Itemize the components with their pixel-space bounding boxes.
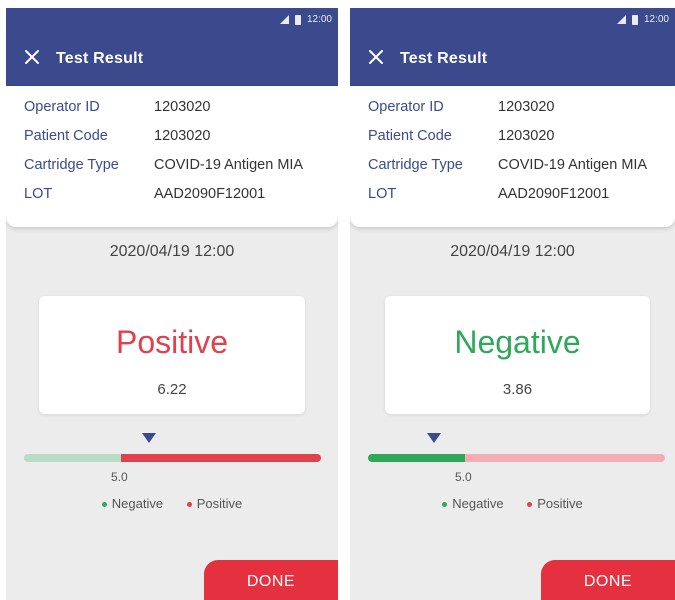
legend: Negative Positive (350, 496, 675, 511)
operator-id-value: 1203020 (154, 99, 211, 115)
result-value: 6.22 (157, 381, 187, 398)
patient-code-value: 1203020 (154, 128, 211, 144)
lot-value: AAD2090F12001 (498, 186, 610, 202)
battery-icon (294, 14, 301, 25)
cartridge-type-label: Cartridge Type (24, 157, 119, 173)
operator-id-label: Operator ID (24, 99, 100, 115)
legend: Negative Positive (6, 496, 338, 511)
lot-value: AAD2090F12001 (154, 186, 266, 202)
status-time: 12:00 (643, 14, 669, 25)
legend-negative-label: Negative (452, 496, 504, 511)
result-text: Negative (454, 324, 581, 360)
positive-range-bar (465, 454, 665, 462)
test-result-screen-negative: 12:00 Test Result Operator ID 1203020 Pa… (350, 8, 675, 600)
patient-code-label: Patient Code (24, 128, 108, 144)
legend-negative: Negative (101, 496, 164, 511)
operator-id-label: Operator ID (368, 99, 444, 115)
patient-code-row: Patient Code 1203020 (24, 128, 330, 150)
patient-code-label: Patient Code (368, 128, 452, 144)
cartridge-type-label: Cartridge Type (368, 157, 463, 173)
negative-range-bar (368, 454, 465, 462)
legend-positive: Positive (527, 496, 583, 511)
cartridge-type-row: Cartridge Type COVID-19 Antigen MIA (24, 157, 330, 179)
value-marker-icon (427, 433, 441, 443)
negative-dot-icon (442, 502, 448, 508)
test-datetime: 2020/04/19 12:00 (450, 243, 575, 260)
result-text: Positive (115, 324, 229, 360)
result-card: Positive 6.22 (39, 296, 305, 414)
value-marker-icon (142, 433, 156, 443)
battery-icon (631, 14, 638, 25)
patient-code-value: 1203020 (498, 128, 555, 144)
operator-id-row: Operator ID 1203020 (24, 99, 330, 121)
patient-code-row: Patient Code 1203020 (368, 128, 667, 150)
threshold-label: 5.0 (455, 470, 472, 484)
legend-negative-label: Negative (111, 496, 164, 511)
status-time: 12:00 (306, 14, 332, 25)
done-button[interactable]: DONE (204, 560, 338, 600)
lot-row: LOT AAD2090F12001 (24, 186, 330, 208)
status-bar: 12:00 (616, 14, 669, 25)
legend-positive: Positive (186, 496, 243, 511)
done-button[interactable]: DONE (541, 560, 675, 600)
positive-range-bar (121, 454, 321, 462)
operator-id-value: 1203020 (498, 99, 555, 115)
cartridge-type-row: Cartridge Type COVID-19 Antigen MIA (368, 157, 667, 179)
positive-dot-icon (186, 502, 192, 508)
close-icon[interactable] (367, 48, 385, 66)
result-card: Negative 3.86 (385, 296, 650, 414)
legend-positive-label: Positive (537, 496, 583, 511)
page-title: Test Result (56, 50, 144, 67)
legend-negative: Negative (442, 496, 504, 511)
app-bar: 12:00 Test Result (350, 8, 675, 86)
negative-dot-icon (101, 502, 107, 508)
status-bar: 12:00 (279, 14, 332, 25)
test-datetime: 2020/04/19 12:00 (109, 243, 235, 260)
close-icon[interactable] (23, 48, 41, 66)
cartridge-type-value: COVID-19 Antigen MIA (154, 157, 304, 173)
app-bar: 12:00 Test Result (6, 8, 338, 86)
signal-icon (279, 15, 289, 24)
page-title: Test Result (400, 50, 488, 67)
operator-id-row: Operator ID 1203020 (368, 99, 667, 121)
test-result-screen-positive: 12:00 Test Result Operator ID 1203020 Pa… (6, 8, 338, 600)
threshold-label: 5.0 (111, 470, 128, 484)
signal-icon (616, 15, 626, 24)
lot-label: LOT (368, 186, 397, 202)
legend-positive-label: Positive (196, 496, 243, 511)
lot-label: LOT (24, 186, 53, 202)
lot-row: LOT AAD2090F12001 (368, 186, 667, 208)
cartridge-type-value: COVID-19 Antigen MIA (498, 157, 648, 173)
result-value: 3.86 (502, 381, 533, 398)
negative-range-bar (24, 454, 121, 462)
test-info-card: Operator ID 1203020 Patient Code 1203020… (6, 86, 338, 227)
positive-dot-icon (527, 502, 533, 508)
test-info-card: Operator ID 1203020 Patient Code 1203020… (350, 86, 675, 227)
